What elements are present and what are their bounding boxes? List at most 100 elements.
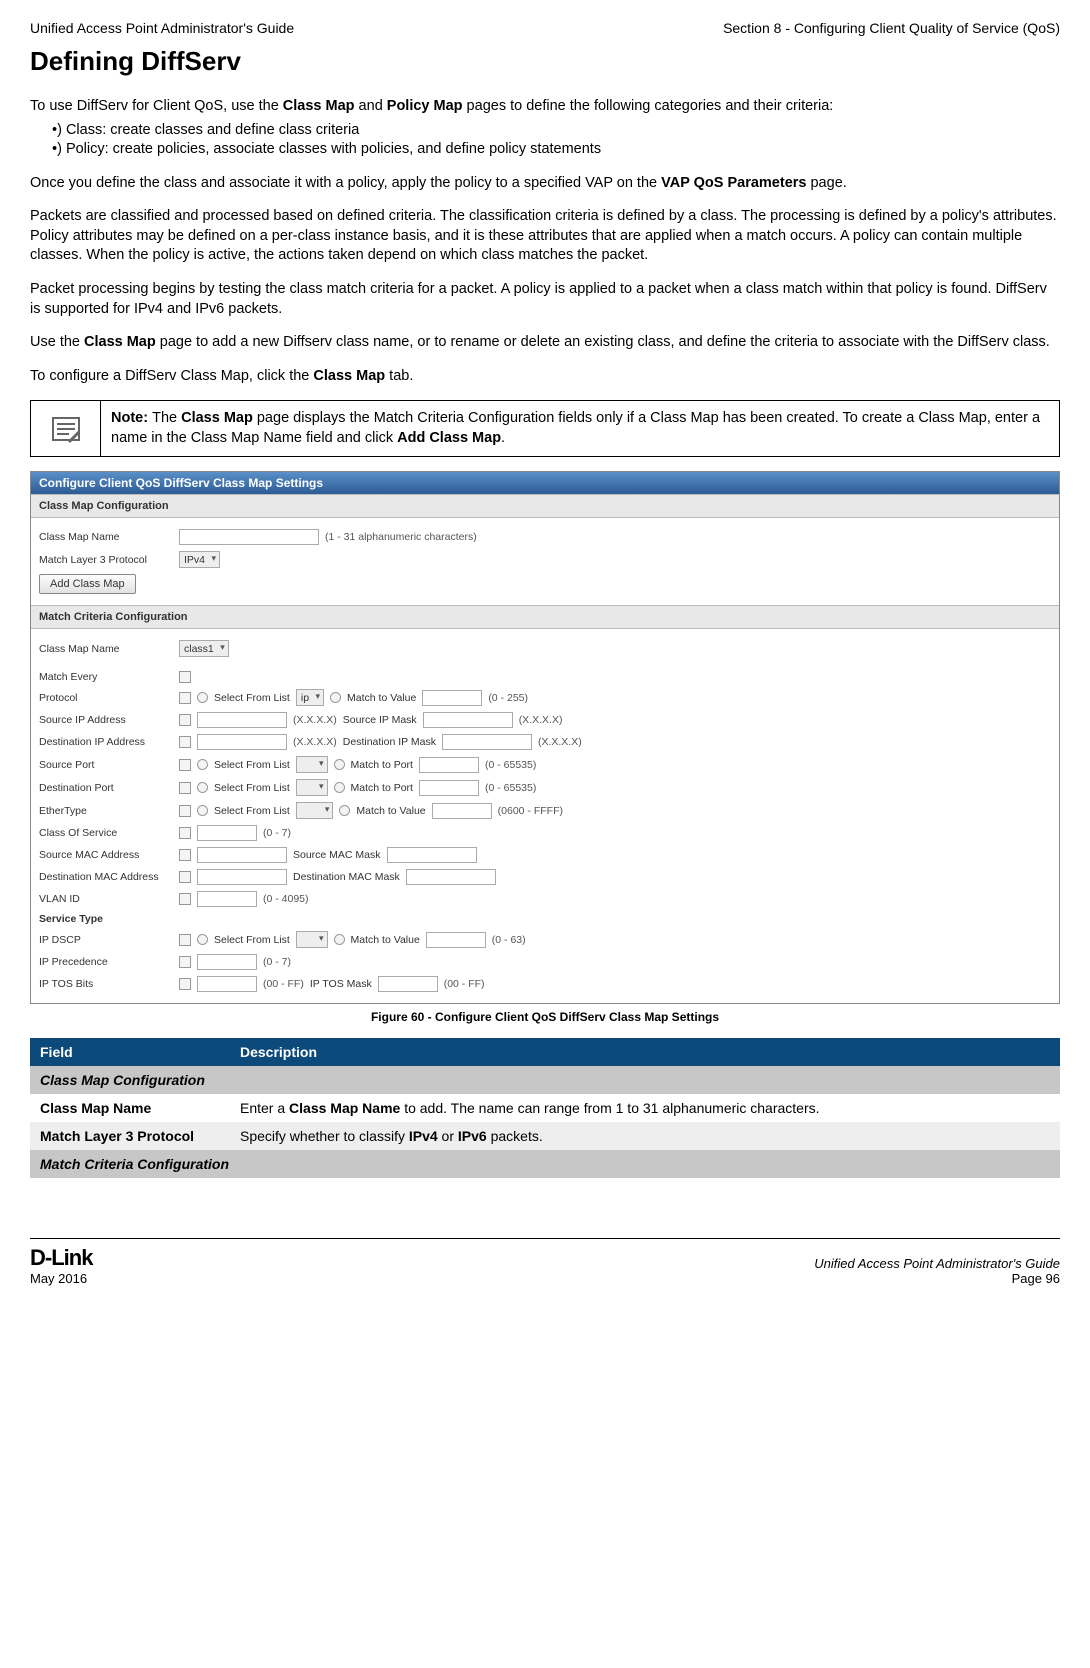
p6a: To configure a DiffServ Class Map, click…	[30, 368, 313, 384]
th-description: Description	[230, 1038, 1060, 1066]
paragraph-3: Packets are classified and processed bas…	[30, 207, 1060, 266]
p6c: tab.	[385, 368, 413, 384]
class-map-name-input[interactable]	[179, 529, 319, 545]
ip-dscp-sfl-label: Select From List	[214, 934, 290, 946]
dst-ip-checkbox[interactable]	[179, 736, 191, 748]
paragraph-5: Use the Class Map page to add a new Diff…	[30, 333, 1060, 353]
dst-mac-mask-input[interactable]	[406, 869, 496, 885]
src-port-radio-port[interactable]	[334, 759, 345, 770]
ip-tos-mask-label: IP TOS Mask	[310, 978, 372, 990]
dst-ip-mask-hint: (X.X.X.X)	[538, 736, 582, 748]
ethertype-select[interactable]	[296, 802, 334, 819]
src-mac-checkbox[interactable]	[179, 849, 191, 861]
note-prefix: Note:	[111, 410, 152, 426]
cos-input[interactable]	[197, 825, 257, 841]
ip-dscp-radio-value[interactable]	[334, 934, 345, 945]
src-ip-input[interactable]	[197, 712, 287, 728]
dst-ip-mask-input[interactable]	[442, 734, 532, 750]
ip-dscp-label: IP DSCP	[39, 934, 179, 946]
figure-caption: Figure 60 - Configure Client QoS DiffSer…	[30, 1010, 1060, 1024]
protocol-radio-value[interactable]	[330, 692, 341, 703]
paragraph-6: To configure a DiffServ Class Map, click…	[30, 367, 1060, 387]
bullet-2: Policy: create policies, associate class…	[52, 140, 1060, 160]
vlan-checkbox[interactable]	[179, 893, 191, 905]
cos-checkbox[interactable]	[179, 827, 191, 839]
r2e: packets.	[487, 1128, 543, 1144]
footer-guide: Unified Access Point Administrator's Gui…	[814, 1256, 1060, 1271]
ethertype-radio-value[interactable]	[339, 805, 350, 816]
p5c: page to add a new Diffserv class name, o…	[156, 334, 1050, 350]
src-port-input[interactable]	[419, 757, 479, 773]
ip-dscp-input[interactable]	[426, 932, 486, 948]
ip-prec-label: IP Precedence	[39, 956, 179, 968]
src-port-radio-list[interactable]	[197, 759, 208, 770]
src-ip-checkbox[interactable]	[179, 714, 191, 726]
ethertype-mtv-label: Match to Value	[356, 805, 425, 817]
table-row1-desc: Enter a Class Map Name to add. The name …	[230, 1094, 1060, 1122]
src-mac-input[interactable]	[197, 847, 287, 863]
p2a: Once you define the class and associate …	[30, 175, 661, 191]
dst-ip-label: Destination IP Address	[39, 736, 179, 748]
src-mac-label: Source MAC Address	[39, 849, 179, 861]
p1e: pages to define the following categories…	[463, 98, 834, 114]
ip-prec-checkbox[interactable]	[179, 956, 191, 968]
r2c: or	[438, 1128, 458, 1144]
class-map-name-hint: (1 - 31 alphanumeric characters)	[325, 531, 477, 543]
dst-mac-input[interactable]	[197, 869, 287, 885]
match-layer3-select[interactable]: IPv4	[179, 551, 220, 568]
dst-ip-input[interactable]	[197, 734, 287, 750]
protocol-radio-list[interactable]	[197, 692, 208, 703]
cos-range: (0 - 7)	[263, 827, 291, 839]
add-class-map-button[interactable]: Add Class Map	[39, 574, 136, 594]
ip-prec-input[interactable]	[197, 954, 257, 970]
page-title: Defining DiffServ	[30, 46, 1060, 77]
src-ip-mask-label: Source IP Mask	[343, 714, 417, 726]
src-port-checkbox[interactable]	[179, 759, 191, 771]
ethertype-checkbox[interactable]	[179, 805, 191, 817]
footer-brand: D-Link	[30, 1245, 92, 1271]
src-ip-mask-input[interactable]	[423, 712, 513, 728]
ip-dscp-radio-list[interactable]	[197, 934, 208, 945]
dst-port-input[interactable]	[419, 780, 479, 796]
dst-port-checkbox[interactable]	[179, 782, 191, 794]
p1a: To use DiffServ for Client QoS, use the	[30, 98, 283, 114]
dst-port-radio-list[interactable]	[197, 782, 208, 793]
ip-dscp-mtv-label: Match to Value	[351, 934, 420, 946]
ui-section-match-criteria: Match Criteria Configuration	[31, 605, 1059, 629]
class-map-name2-select[interactable]: class1	[179, 640, 229, 657]
vlan-input[interactable]	[197, 891, 257, 907]
footer-page-number: Page 96	[814, 1271, 1060, 1286]
ip-dscp-checkbox[interactable]	[179, 934, 191, 946]
dst-mac-checkbox[interactable]	[179, 871, 191, 883]
ethertype-range: (0600 - FFFF)	[498, 805, 563, 817]
dst-port-select[interactable]	[296, 779, 328, 796]
protocol-select-from-list-label: Select From List	[214, 692, 290, 704]
src-port-sfl-label: Select From List	[214, 759, 290, 771]
dst-ip-hint: (X.X.X.X)	[293, 736, 337, 748]
ethertype-sfl-label: Select From List	[214, 805, 290, 817]
src-mac-mask-input[interactable]	[387, 847, 477, 863]
ethertype-input[interactable]	[432, 803, 492, 819]
ip-tos-mask-input[interactable]	[378, 976, 438, 992]
service-type-label: Service Type	[39, 913, 179, 925]
ip-dscp-select[interactable]	[296, 931, 328, 948]
src-port-select[interactable]	[296, 756, 328, 773]
protocol-value-input[interactable]	[422, 690, 482, 706]
p5a: Use the	[30, 334, 84, 350]
ip-tos-input[interactable]	[197, 976, 257, 992]
table-row2-field: Match Layer 3 Protocol	[30, 1122, 230, 1150]
table-row1-field: Class Map Name	[30, 1094, 230, 1122]
ethertype-radio-list[interactable]	[197, 805, 208, 816]
dst-port-radio-port[interactable]	[334, 782, 345, 793]
r1b: Class Map Name	[289, 1100, 400, 1116]
match-every-checkbox[interactable]	[179, 671, 191, 683]
protocol-label: Protocol	[39, 692, 179, 704]
class-map-name2-label: Class Map Name	[39, 643, 179, 655]
ip-tos-checkbox[interactable]	[179, 978, 191, 990]
dst-mac-mask-label: Destination MAC Mask	[293, 871, 400, 883]
src-ip-mask-hint: (X.X.X.X)	[519, 714, 563, 726]
protocol-select[interactable]: ip	[296, 689, 324, 706]
footer-date: May 2016	[30, 1271, 92, 1286]
match-every-label: Match Every	[39, 671, 179, 683]
protocol-checkbox[interactable]	[179, 692, 191, 704]
